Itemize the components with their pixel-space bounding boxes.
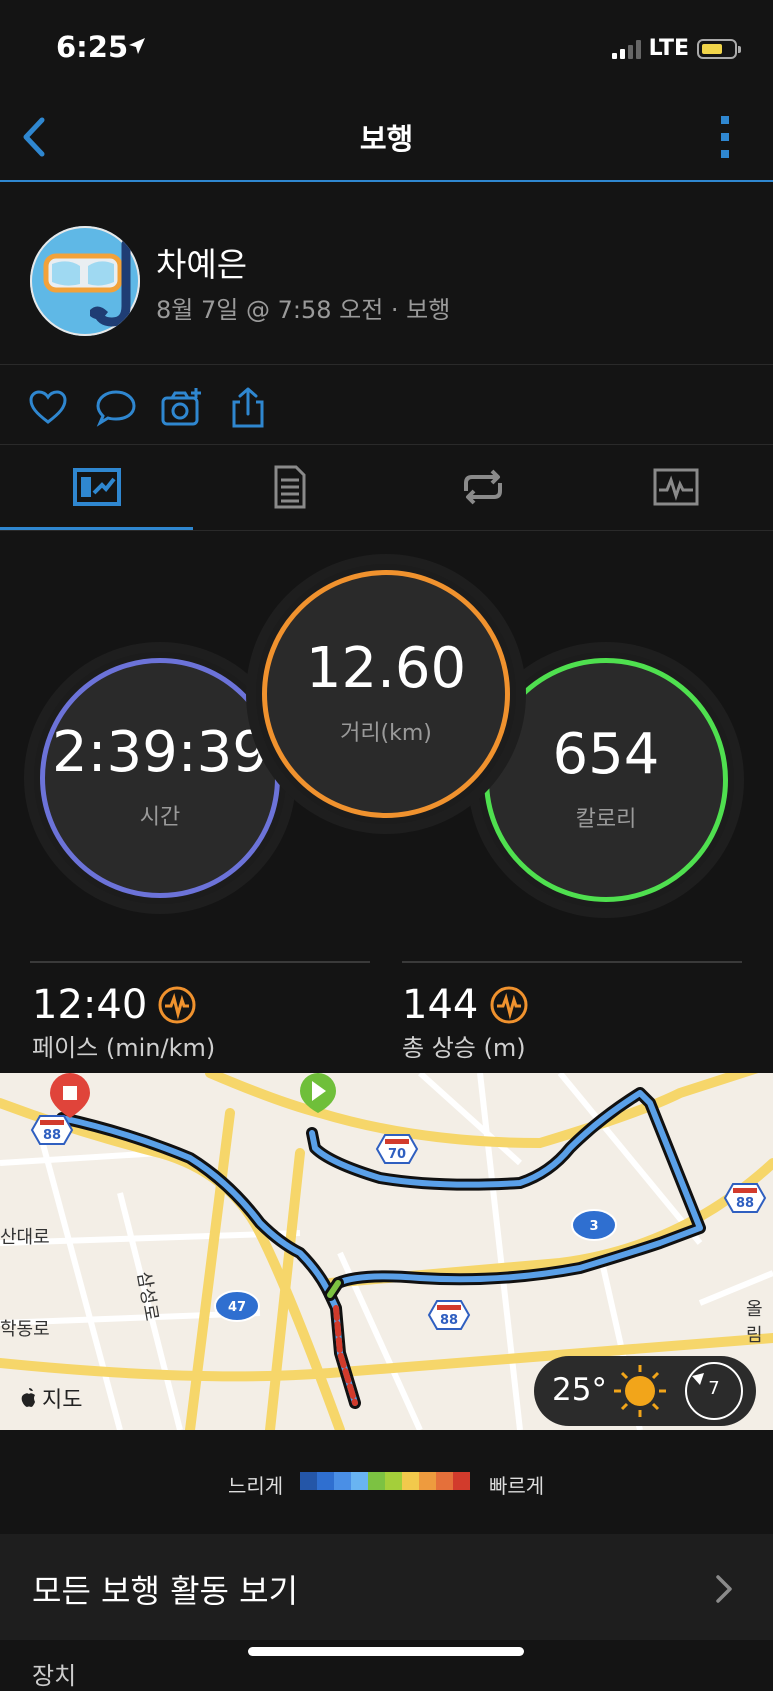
camera-add-icon xyxy=(161,388,201,426)
svg-text:88: 88 xyxy=(736,1196,754,1211)
location-arrow-icon xyxy=(127,36,147,60)
legend-swatch xyxy=(368,1472,385,1490)
tab-overview[interactable] xyxy=(0,462,193,512)
nav-divider xyxy=(0,180,773,182)
pace-insight-icon[interactable] xyxy=(158,986,196,1028)
status-time: 6:25 xyxy=(56,30,129,64)
apple-logo-icon xyxy=(21,1388,35,1407)
tab-laps[interactable] xyxy=(386,462,579,512)
stat-divider xyxy=(402,961,742,963)
comment-button[interactable] xyxy=(94,386,138,430)
time-value: 2:39:39 xyxy=(52,720,268,785)
route-shield: 70 xyxy=(375,1134,419,1164)
ascent-insight-icon[interactable] xyxy=(490,986,528,1028)
ascent-value: 144 xyxy=(402,982,479,1028)
pace-legend-bar xyxy=(300,1472,470,1490)
share-icon xyxy=(232,387,264,428)
sun-icon xyxy=(614,1365,666,1417)
tab-charts[interactable] xyxy=(579,462,772,512)
section-label: 장치 xyxy=(32,1662,77,1690)
status-icons: LTE xyxy=(611,36,741,61)
temperature: 25° xyxy=(552,1372,607,1408)
legend-swatch xyxy=(453,1472,470,1490)
calories-value: 654 xyxy=(552,722,660,787)
legend-swatch xyxy=(300,1472,317,1490)
more-vertical-icon xyxy=(721,116,729,158)
pace-value: 12:40 xyxy=(32,982,148,1028)
legend-swatch xyxy=(402,1472,419,1490)
more-options-button[interactable] xyxy=(717,116,733,158)
legend-swatch xyxy=(351,1472,368,1490)
signal-icon xyxy=(611,39,641,59)
legend-swatch xyxy=(385,1472,402,1490)
divider xyxy=(0,444,773,445)
divider xyxy=(0,530,773,531)
time-metric[interactable]: 2:39:39 시간 xyxy=(40,658,280,898)
network-label: LTE xyxy=(648,36,689,61)
chevron-right-icon xyxy=(715,1574,733,1604)
legend-swatch xyxy=(436,1472,453,1490)
battery-icon xyxy=(697,38,741,59)
snorkel-mask-icon xyxy=(43,239,131,327)
legend-fast-label: 빠르게 xyxy=(489,1474,545,1498)
map-credit-label: 지도 xyxy=(42,1388,83,1413)
legend-slow-label: 느리게 xyxy=(228,1474,284,1498)
tab-details[interactable] xyxy=(193,462,386,512)
svg-text:88: 88 xyxy=(43,1128,61,1143)
share-button[interactable] xyxy=(226,386,270,430)
ascent-label: 총 상승 (m) xyxy=(402,1034,526,1062)
svg-text:47: 47 xyxy=(228,1300,246,1315)
activity-meta: 8월 7일 @ 7:58 오전 · 보행 xyxy=(156,296,451,324)
distance-label: 거리(km) xyxy=(340,721,432,746)
all-activities-label: 모든 보행 활동 보기 xyxy=(32,1572,299,1610)
route-shield: 88 xyxy=(30,1115,74,1145)
add-photo-button[interactable] xyxy=(160,386,204,430)
calories-metric[interactable]: 654 칼로리 xyxy=(484,658,728,902)
legend-swatch xyxy=(419,1472,436,1490)
distance-value: 12.60 xyxy=(305,636,467,701)
details-icon xyxy=(274,465,305,509)
map-credit: 지도 xyxy=(20,1382,82,1414)
route-shield: 88 xyxy=(427,1300,471,1330)
avatar[interactable] xyxy=(30,226,140,336)
svg-text:3: 3 xyxy=(589,1219,598,1234)
page-title: 보행 xyxy=(359,122,414,156)
pace-label: 페이스 (min/km) xyxy=(32,1034,216,1062)
route-shield: 47 xyxy=(214,1290,260,1322)
home-indicator[interactable] xyxy=(248,1647,524,1656)
finish-marker-icon xyxy=(50,1073,90,1118)
road-label: 산대로 xyxy=(0,1227,50,1248)
overview-icon xyxy=(72,468,121,506)
wind-speed: 7 xyxy=(708,1378,720,1399)
road-label: 학동로 xyxy=(0,1319,50,1340)
chart-icon xyxy=(653,468,698,506)
divider xyxy=(0,364,773,365)
legend-swatch xyxy=(334,1472,351,1490)
distance-metric[interactable]: 12.60 거리(km) xyxy=(262,570,510,818)
route-shield: 3 xyxy=(571,1209,617,1241)
laps-icon xyxy=(463,469,502,505)
legend-swatch xyxy=(317,1472,334,1490)
comment-icon xyxy=(96,390,136,427)
svg-text:70: 70 xyxy=(388,1147,406,1162)
route-shield: 88 xyxy=(723,1183,767,1213)
stat-divider xyxy=(30,961,370,963)
time-label: 시간 xyxy=(139,805,181,830)
user-name[interactable]: 차예은 xyxy=(156,238,247,286)
like-button[interactable] xyxy=(26,386,70,430)
calories-label: 칼로리 xyxy=(575,807,637,832)
heart-icon xyxy=(29,390,67,424)
svg-text:88: 88 xyxy=(440,1313,458,1328)
road-label: 올림 xyxy=(746,1299,763,1346)
